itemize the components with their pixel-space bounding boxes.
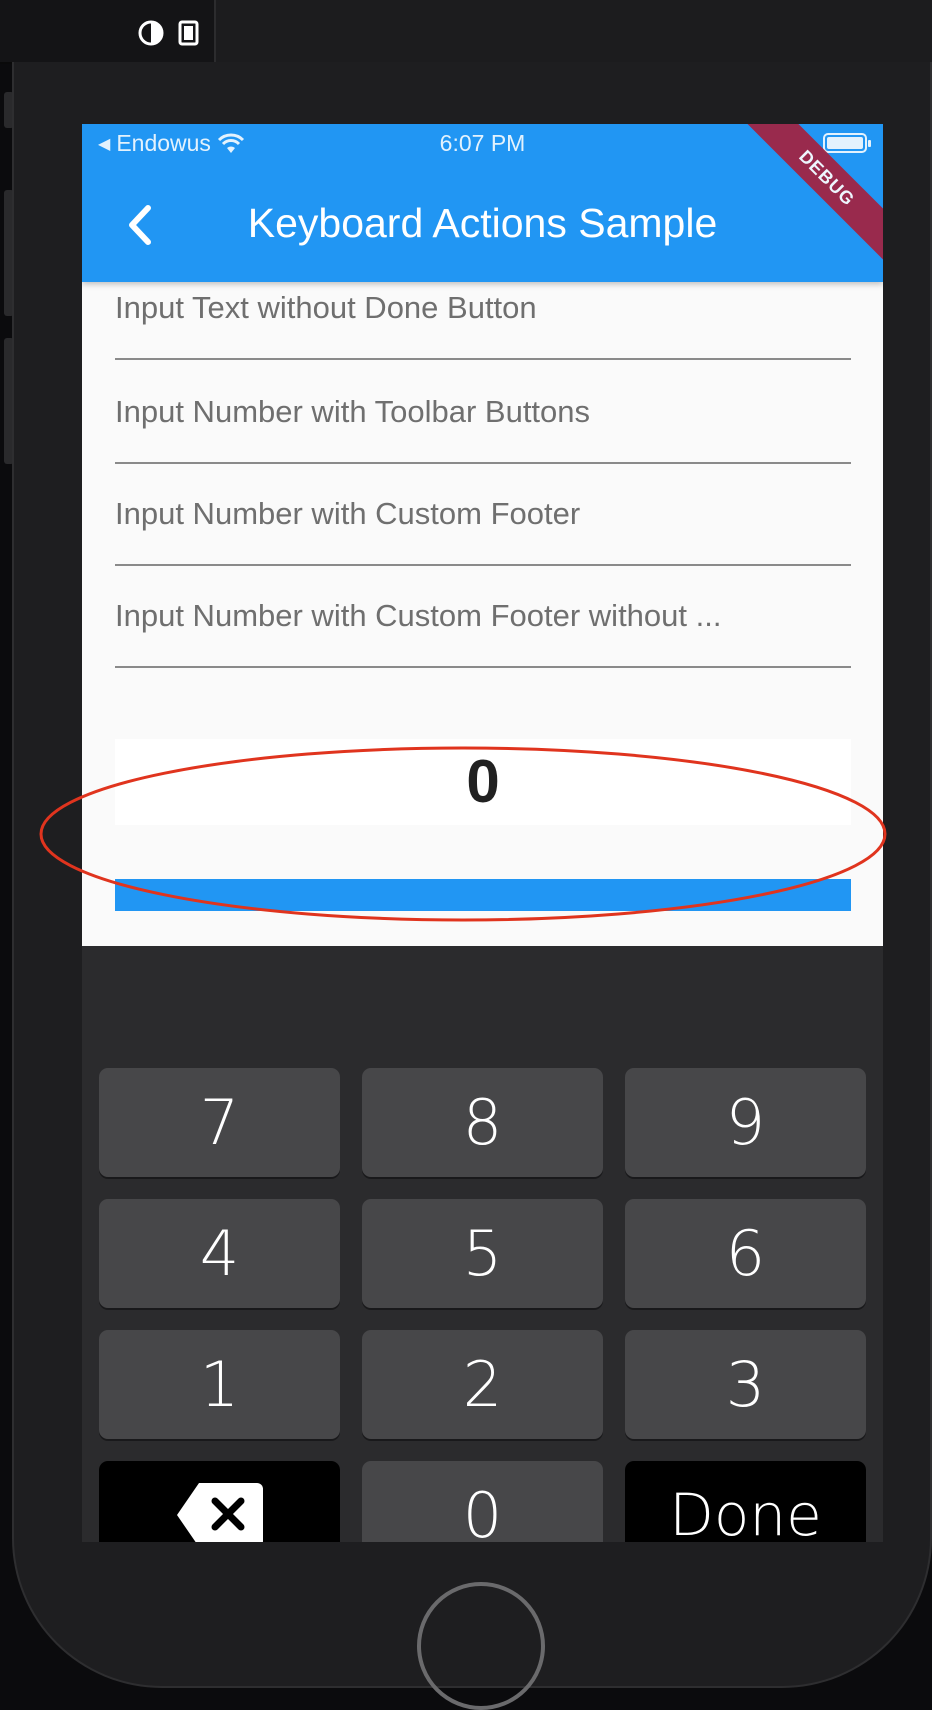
done-key[interactable]: Done: [625, 1461, 866, 1542]
simulator-toolbar-left: [0, 0, 216, 62]
key-8[interactable]: 8: [362, 1068, 603, 1177]
key-6[interactable]: 6: [625, 1199, 866, 1308]
key-7[interactable]: 7: [99, 1068, 340, 1177]
key-1[interactable]: 1: [99, 1330, 340, 1439]
simulator-toolbar: [0, 0, 932, 64]
home-button[interactable]: [417, 1582, 545, 1710]
page-title: Keyboard Actions Sample: [247, 200, 718, 246]
number-field-custom-footer-without-done[interactable]: Input Number with Custom Footer without …: [115, 566, 851, 668]
backspace-key[interactable]: [99, 1461, 340, 1542]
number-field-custom-footer[interactable]: Input Number with Custom Footer: [115, 464, 851, 566]
text-field-label: Input Number with Custom Footer without …: [115, 598, 722, 633]
text-field-label: Input Number with Toolbar Buttons: [115, 394, 591, 429]
annotation-ellipse: [39, 746, 887, 922]
key-5[interactable]: 5: [362, 1199, 603, 1308]
text-field-label: Input Number with Custom Footer: [115, 496, 581, 531]
numeric-keyboard: 7 8 9 4 5 6 1 2 3 0 Done: [82, 946, 883, 1542]
device-rotate-icon[interactable]: [176, 20, 202, 46]
key-4[interactable]: 4: [99, 1199, 340, 1308]
battery-icon: [823, 133, 871, 153]
key-9[interactable]: 9: [625, 1068, 866, 1177]
text-field-label: Input Text without Done Button: [115, 290, 537, 325]
backspace-icon: [177, 1483, 263, 1542]
contrast-icon[interactable]: [138, 20, 164, 46]
number-field-toolbar-buttons[interactable]: Input Number with Toolbar Buttons: [115, 362, 851, 464]
key-0[interactable]: 0: [362, 1461, 603, 1542]
key-3[interactable]: 3: [625, 1330, 866, 1439]
key-2[interactable]: 2: [362, 1330, 603, 1439]
app-bar: ◀ Endowus 6:07 PM Keyboard Actions Sampl…: [82, 124, 883, 282]
